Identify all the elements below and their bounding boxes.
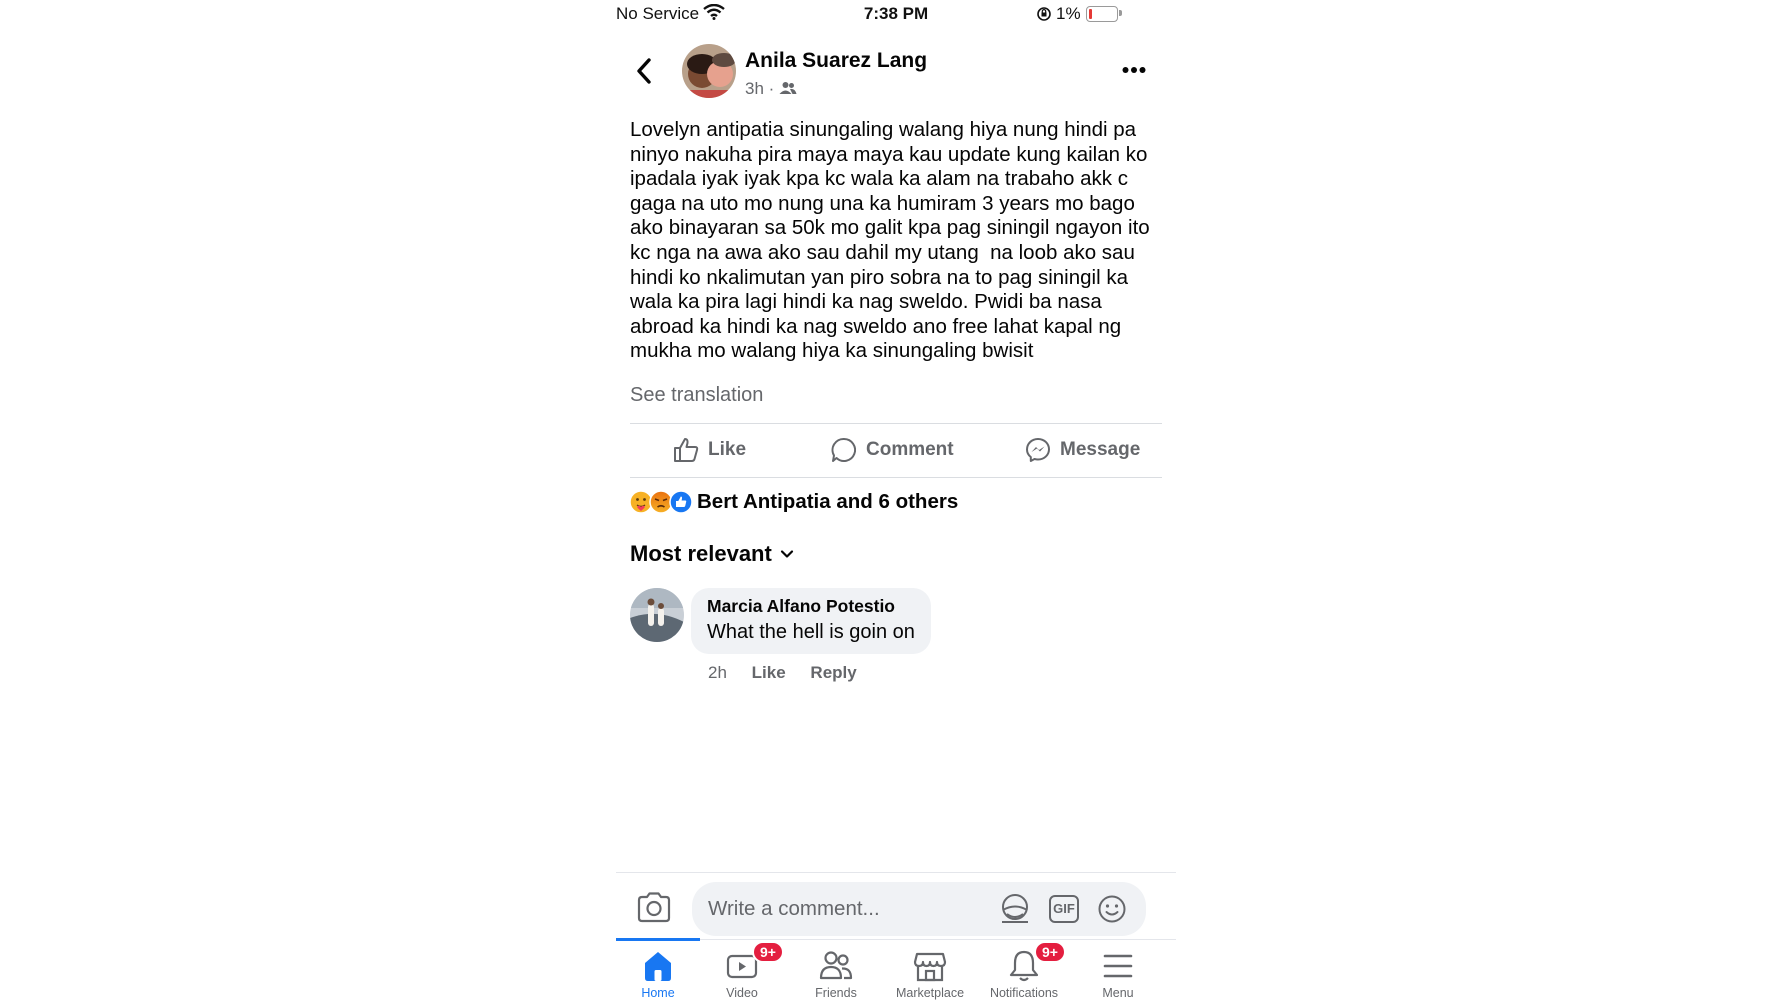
menu-icon xyxy=(1103,954,1133,978)
thumbs-up-icon xyxy=(674,438,699,462)
like-label: Like xyxy=(708,439,747,460)
author-avatar[interactable] xyxy=(682,44,736,98)
comment-sort-dropdown[interactable]: Most relevant xyxy=(630,541,794,567)
emoji-icon[interactable] xyxy=(1097,894,1127,924)
camera-icon[interactable] xyxy=(636,891,672,923)
marketplace-icon xyxy=(913,952,947,982)
messenger-icon xyxy=(1026,438,1050,462)
divider xyxy=(630,423,1162,424)
comment-author[interactable]: Marcia Alfano Potestio xyxy=(707,596,915,617)
post-meta: 3h · xyxy=(745,79,797,99)
divider xyxy=(630,477,1162,478)
post-body-text: Lovelyn antipatia sinungaling walang hiy… xyxy=(630,118,1150,363)
comment-bubble[interactable]: Marcia Alfano Potestio What the hell is … xyxy=(691,588,931,654)
comment-button[interactable]: Comment xyxy=(830,436,954,464)
video-badge: 9+ xyxy=(752,941,784,963)
like-reaction-icon xyxy=(669,490,693,514)
orientation-lock-icon xyxy=(1037,7,1051,21)
comment-meta: 2h Like Reply xyxy=(708,663,857,683)
author-name[interactable]: Anila Suarez Lang xyxy=(745,49,927,73)
message-label: Message xyxy=(1060,439,1141,460)
home-icon xyxy=(645,952,671,981)
battery-percent: 1% xyxy=(1056,4,1081,23)
comment-bubble-icon xyxy=(831,437,856,462)
nav-marketplace-label: Marketplace xyxy=(895,986,965,1000)
comment-time: 2h xyxy=(708,663,727,682)
nav-menu-label: Menu xyxy=(1102,986,1134,1000)
friends-icon xyxy=(819,951,853,980)
meta-separator: · xyxy=(768,79,775,98)
comment-reply-button[interactable]: Reply xyxy=(810,663,856,682)
comment-input-placeholder: Write a comment... xyxy=(708,897,880,920)
active-tab-indicator xyxy=(616,938,700,941)
nav-home-label: Home xyxy=(641,986,675,1000)
back-arrow-icon[interactable] xyxy=(636,58,652,84)
avatar-sticker-icon[interactable] xyxy=(998,893,1032,925)
friends-audience-icon xyxy=(779,82,797,94)
comment-label: Comment xyxy=(866,439,954,460)
like-button[interactable]: Like xyxy=(672,436,746,464)
gif-icon[interactable]: GIF xyxy=(1049,895,1079,923)
sort-label: Most relevant xyxy=(630,541,772,566)
notifications-badge: 9+ xyxy=(1034,941,1066,963)
commenter-avatar[interactable] xyxy=(630,588,684,642)
see-translation-link[interactable]: See translation xyxy=(630,384,763,407)
more-options-icon[interactable] xyxy=(1122,66,1146,74)
divider xyxy=(616,872,1176,873)
reaction-icons[interactable] xyxy=(629,490,693,514)
phone-screen: No Service 7:38 PM 1% Anila Suarez Lang … xyxy=(616,0,1176,1000)
nav-video-label: Video xyxy=(726,986,758,1000)
comment-text: What the hell is goin on xyxy=(707,621,915,643)
comment-like-button[interactable]: Like xyxy=(752,663,786,682)
comment-input[interactable]: Write a comment... GIF xyxy=(692,882,1146,936)
reaction-summary[interactable]: Bert Antipatia and 6 others xyxy=(697,490,958,514)
chevron-down-icon xyxy=(780,550,793,558)
nav-divider xyxy=(616,939,1176,940)
message-button[interactable]: Message xyxy=(1024,436,1140,464)
nav-notifications-label: Notifications xyxy=(989,986,1059,1000)
post-time: 3h xyxy=(745,79,764,98)
nav-friends-label: Friends xyxy=(815,986,857,1000)
